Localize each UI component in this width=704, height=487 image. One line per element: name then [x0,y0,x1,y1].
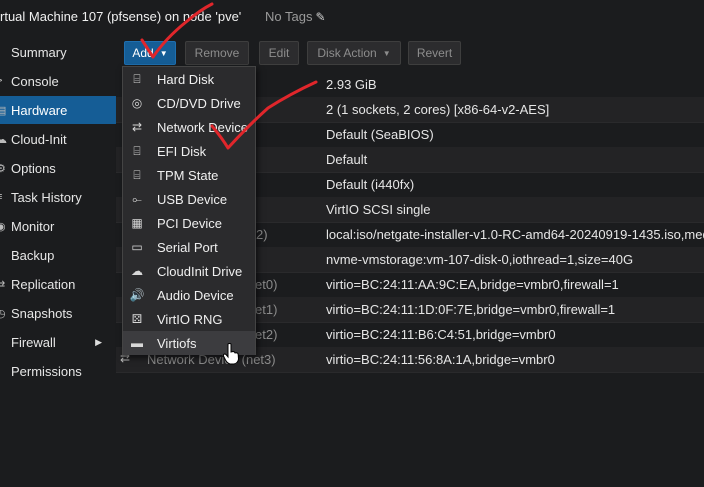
sidebar-item-monitor[interactable]: ◉ Monitor [0,212,116,240]
console-icon: > [0,75,6,87]
hdd-icon: ⌸ [133,71,141,86]
menu-item-virtio-rng[interactable]: ⚄ VirtIO RNG [123,307,255,331]
remove-button[interactable]: Remove [185,41,249,65]
hdd-icon: ⌸ [133,167,141,182]
menu-item-serial-port[interactable]: ▭ Serial Port [123,235,255,259]
expand-arrow-icon[interactable]: ▶ [95,337,102,348]
hardware-toolbar: Add ▼ Remove Edit Disk Action ▼ Revert [116,38,704,68]
sidebar-item-firewall[interactable]: ▪Firewall▶ [0,328,116,356]
history-icon: ◷ [0,307,6,320]
menu-item-network-device[interactable]: ⇄ Network Device [123,115,255,139]
list-icon: ≡ [0,191,6,203]
chevron-down-icon: ▼ [159,48,168,58]
retweet-icon: ⇄ [0,278,6,291]
disk-action-button[interactable]: Disk Action ▼ [307,41,401,65]
cdrom-icon: ◎ [131,96,143,110]
sidebar-item-summary[interactable]: ▪Summary [0,38,116,66]
sidebar-item-permissions[interactable]: ▪Permissions [0,357,116,385]
menu-item-efi-disk[interactable]: ⌸ EFI Disk [123,139,255,163]
tags-label: No Tags [265,9,313,24]
menu-item-pci-device[interactable]: ▦ PCI Device [123,211,255,235]
floppy-icon: ▪ [0,249,6,261]
menu-item-cloudinit-drive[interactable]: ☁ CloudInit Drive [123,259,255,283]
menu-item-tpm-state[interactable]: ⌸ TPM State [123,163,255,187]
folder-icon: ▬ [131,336,143,350]
shield-icon: ▪ [0,336,6,348]
sidebar-item-snapshots[interactable]: ◷ Snapshots [0,299,116,327]
sidebar-item-cloud-init[interactable]: ☁ Cloud-Init [0,125,116,153]
chevron-down-icon: ▼ [382,48,391,58]
menu-item-hard-disk[interactable]: ⌸ Hard Disk [123,67,255,91]
menu-item-cd-dvd-drive[interactable]: ◎ CD/DVD Drive [123,91,255,115]
sidebar-item-options[interactable]: ⚙ Options [0,154,116,182]
sidebar-item-backup[interactable]: ▪Backup [0,241,116,269]
sidebar-item-task-history[interactable]: ≡Task History [0,183,116,211]
volume-icon: 🔊 [129,288,145,302]
add-button[interactable]: Add ▼ [124,41,176,65]
hdd-icon: ⌸ [133,143,141,158]
menu-item-audio-device[interactable]: 🔊 Audio Device [123,283,255,307]
serial-port-icon: ▭ [131,240,143,254]
unlock-icon: ▪ [0,365,6,377]
edit-button[interactable]: Edit [259,41,299,65]
sidebar-item-console[interactable]: >Console [0,67,116,95]
revert-button[interactable]: Revert [408,41,461,65]
header-bar: rtual Machine 107 (pfsense) on node 'pve… [0,0,704,34]
tags-area[interactable]: No Tags ✎ [265,9,326,24]
hand-cursor-icon [222,343,240,365]
pci-card-icon: ▦ [131,216,143,230]
hardware-icon: ▤ [0,104,7,117]
exchange-icon: ⇄ [131,120,143,134]
summary-icon: ▪ [0,46,6,58]
add-dropdown-menu: ⌸ Hard Disk ◎ CD/DVD Drive ⇄ Network Device… [122,66,256,355]
sidebar-item-hardware[interactable]: ▤ Hardware [0,96,116,124]
sidebar-item-replication[interactable]: ⇄ Replication [0,270,116,298]
page-title: rtual Machine 107 (pfsense) on node 'pve… [0,9,242,24]
eye-icon: ◉ [0,220,6,233]
usb-icon: ⟜ [132,191,142,206]
menu-item-usb-device[interactable]: ⟜ USB Device [123,187,255,211]
gear-icon: ⚙ [0,162,6,175]
sidebar: ▪Summary >Console ▤Hardware ☁Cloud-Init … [0,38,116,487]
cloud-icon: ☁ [0,133,7,146]
dice-icon: ⚄ [131,312,143,326]
cloud-icon: ☁ [131,264,143,278]
pencil-icon[interactable]: ✎ [315,10,325,24]
